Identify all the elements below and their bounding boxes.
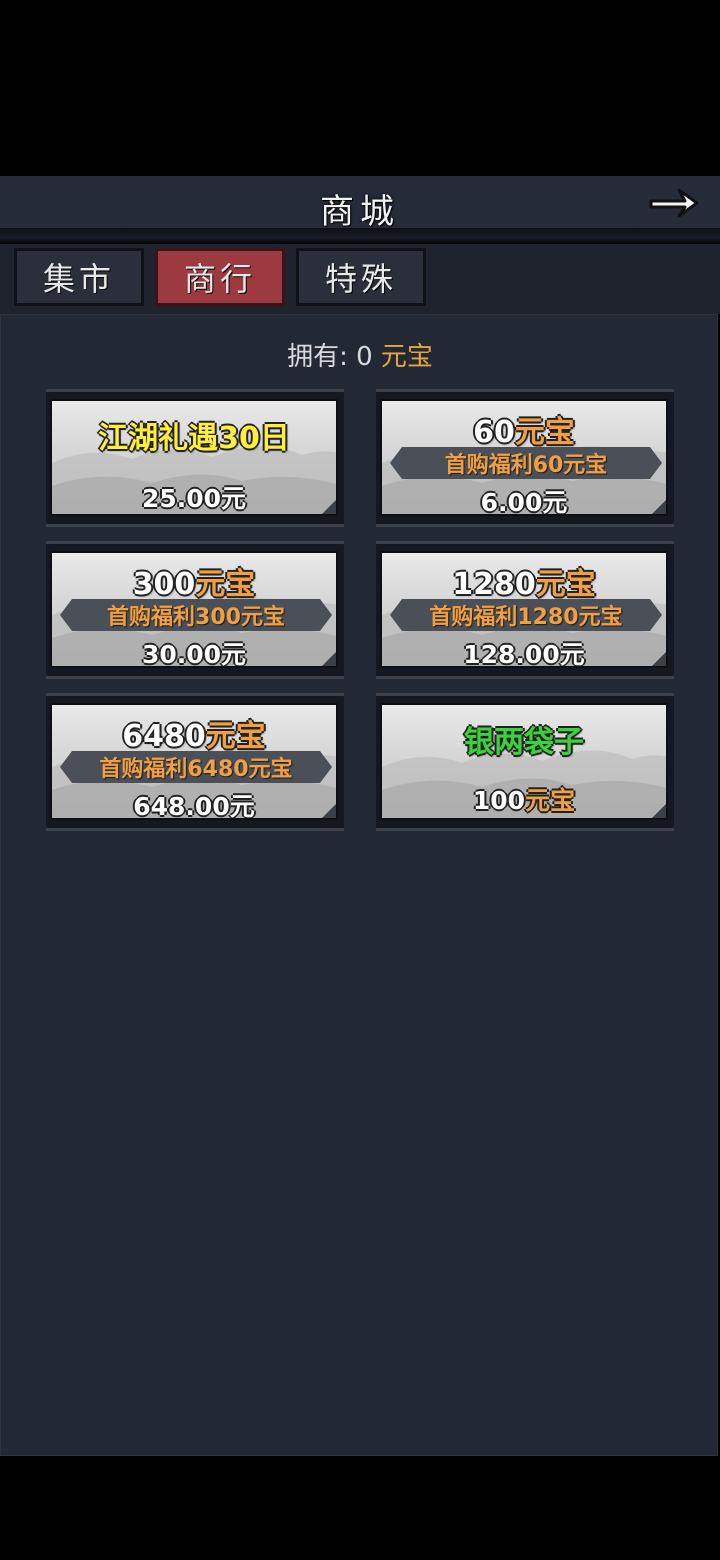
card-face: 60元宝 首购福利60元宝 6.00元 [380,399,668,516]
product-price: 6.00元 [480,488,568,516]
product-price: 128.00元 [463,640,585,668]
balance-display: 拥有: 0 元宝 [0,336,720,373]
product-title: 60元宝 [382,407,666,451]
back-arrow-icon[interactable] [645,180,709,226]
tab-trading-house[interactable]: 商行 [155,248,285,306]
card-face: 江湖礼遇30日 25.00元 [50,399,338,516]
card-face: 6480元宝 首购福利6480元宝 648.00元 [50,703,338,820]
balance-currency: 元宝 [380,342,433,372]
ingot-amount: 6480 [122,719,206,754]
product-card-6480-ingots[interactable]: 6480元宝 首购福利6480元宝 648.00元 [46,693,344,831]
first-purchase-bonus: 首购福利1280元宝 [390,599,662,631]
page-title: 商城 [320,192,400,232]
ingot-unit: 元宝 [205,719,266,754]
product-card-60-ingots[interactable]: 60元宝 首购福利60元宝 6.00元 [376,389,674,527]
product-price: 648.00元 [133,792,255,820]
ingot-unit: 元宝 [514,415,575,450]
ingot-amount: 300 [132,567,196,602]
price-unit: 元宝 [525,786,576,815]
product-title: 银两袋子 [464,725,584,760]
product-title: 300元宝 [52,559,336,603]
product-price: 100元宝 [382,781,666,817]
card-face: 1280元宝 首购福利1280元宝 128.00元 [380,551,668,668]
top-bar: 商城 [0,176,720,234]
product-card-300-ingots[interactable]: 300元宝 首购福利300元宝 30.00元 [46,541,344,679]
navigation-area [0,1456,720,1560]
price-amount: 100 [472,786,526,815]
ingot-amount: 60 [473,415,515,450]
tab-market[interactable]: 集市 [14,248,144,306]
product-card-silver-pouch[interactable]: 银两袋子 100元宝 [376,693,674,831]
product-price: 30.00元 [141,640,247,668]
product-price: 25.00元 [141,484,247,513]
product-title: 江湖礼遇30日 [98,421,290,456]
ingot-amount: 1280 [452,567,536,602]
tab-special[interactable]: 特殊 [296,248,426,306]
ingot-unit: 元宝 [535,567,596,602]
first-purchase-bonus: 首购福利300元宝 [60,599,332,631]
product-title: 1280元宝 [382,559,666,603]
product-card-monthly-pass[interactable]: 江湖礼遇30日 25.00元 [46,389,344,527]
card-face: 300元宝 首购福利300元宝 30.00元 [50,551,338,668]
status-area [0,0,720,176]
ingot-unit: 元宝 [195,567,256,602]
first-purchase-bonus: 首购福利60元宝 [390,447,662,479]
balance-amount: 0 [356,342,373,372]
header-divider [0,228,720,244]
balance-label: 拥有: [287,342,348,372]
card-face: 银两袋子 100元宝 [380,703,668,820]
first-purchase-bonus: 首购福利6480元宝 [60,751,332,783]
product-card-1280-ingots[interactable]: 1280元宝 首购福利1280元宝 128.00元 [376,541,674,679]
product-title: 6480元宝 [52,711,336,755]
